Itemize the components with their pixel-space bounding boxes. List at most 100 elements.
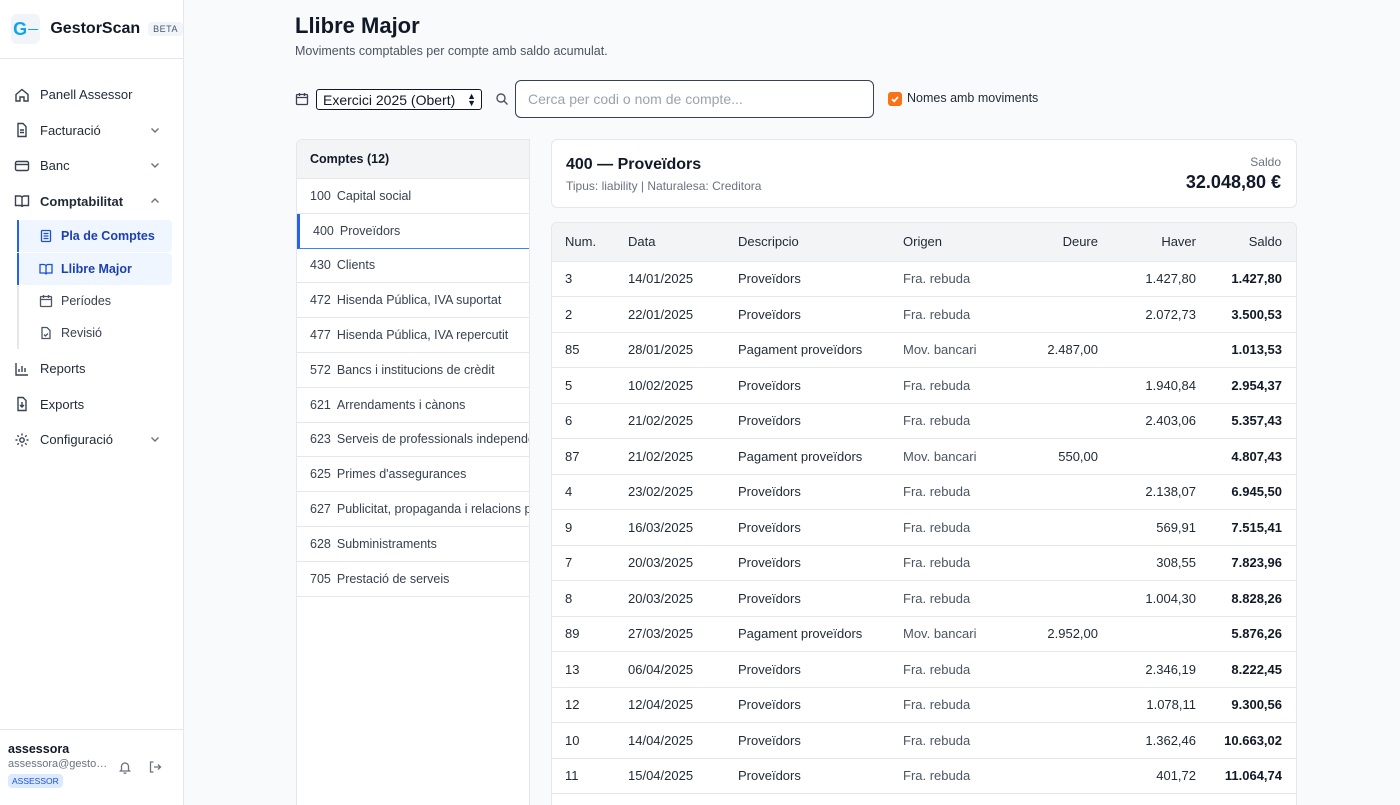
entry-number: 13: [565, 661, 580, 677]
account-item[interactable]: 625 Primes d'assegurances: [297, 457, 529, 493]
account-code: 621: [310, 397, 331, 412]
account-search-input[interactable]: Cerca per codi o nom de compte...: [515, 80, 874, 118]
beta-badge: BETA: [148, 22, 183, 36]
entry-origin: Fra. rebuda: [903, 413, 971, 429]
chevron-down-icon[interactable]: [149, 433, 161, 445]
account-item[interactable]: 705 Prestació de serveis: [297, 562, 529, 597]
entry-debit: [1013, 368, 1098, 404]
bell-icon[interactable]: [118, 760, 132, 774]
account-item[interactable]: 400 Proveïdors: [297, 213, 529, 249]
column-header[interactable]: Origen: [903, 223, 1013, 262]
table-row[interactable]: 3 14/01/2025 Proveïdors Fra. rebuda 1.427,80…: [552, 261, 1296, 297]
account-code: 400: [313, 223, 334, 238]
column-header[interactable]: Data: [628, 223, 738, 262]
logout-icon[interactable]: [148, 760, 162, 774]
entry-credit: 569,91: [1156, 519, 1196, 535]
sidebar-item-pla-de-comptes[interactable]: Pla de Comptes: [17, 220, 172, 252]
account-item[interactable]: 627 Publicitat, propaganda i relacions pú…: [297, 492, 529, 527]
sidebar-item-llibre-major[interactable]: Llibre Major: [17, 253, 172, 285]
account-code: 100: [310, 188, 331, 203]
sidebar-item-facturacio[interactable]: Facturació: [0, 113, 183, 149]
list-icon: [39, 229, 53, 243]
table-row[interactable]: 12 12/04/2025 Proveïdors Fra. rebuda 1.078,1…: [552, 687, 1296, 723]
table-row[interactable]: 89 27/03/2025 Pagament proveïdors Mov. banc…: [552, 616, 1296, 652]
chevron-up-icon[interactable]: [149, 195, 161, 207]
entry-debit: [1013, 652, 1098, 688]
sidebar-item-label: Panell Assessor: [40, 87, 133, 103]
entry-credit: 2.138,07: [1145, 484, 1196, 500]
account-item[interactable]: 430 Clients: [297, 249, 529, 284]
sidebar-item-comptabilitat[interactable]: Comptabilitat: [0, 184, 183, 220]
entry-origin: [903, 794, 1013, 805]
column-header[interactable]: Descripcio: [738, 223, 903, 262]
column-header[interactable]: Haver: [1098, 223, 1196, 262]
entry-description: Proveïdors: [738, 413, 801, 429]
account-item[interactable]: 472 Hisenda Pública, IVA suportat: [297, 283, 529, 319]
account-item[interactable]: 477 Hisenda Pública, IVA repercutit: [297, 318, 529, 353]
entry-debit: 2.952,00: [1047, 626, 1098, 642]
table-row[interactable]: 8 20/03/2025 Proveïdors Fra. rebuda 1.004,30…: [552, 581, 1296, 616]
entry-description: [738, 794, 903, 805]
table-row[interactable]: [552, 794, 1296, 805]
sidebar-item-panell-assessor[interactable]: Panell Assessor: [0, 77, 183, 113]
account-code: 628: [310, 536, 331, 551]
sidebar-item-reports[interactable]: Reports: [0, 351, 183, 387]
column-header[interactable]: Deure: [1013, 223, 1098, 262]
account-item[interactable]: 100 Capital social: [297, 179, 529, 214]
account-item[interactable]: 621 Arrendaments i cànons: [297, 388, 529, 423]
account-item[interactable]: 623 Serveis de professionals independents: [297, 423, 529, 458]
entry-date: 12/04/2025: [628, 697, 694, 713]
chevron-down-icon[interactable]: [149, 124, 161, 136]
account-name: Capital social: [336, 188, 412, 203]
entry-credit: 401,72: [1156, 768, 1196, 784]
sidebar-item-configuracio[interactable]: Configuració: [0, 422, 183, 458]
table-row[interactable]: 7 20/03/2025 Proveïdors Fra. rebuda 308,55 7.…: [552, 545, 1296, 581]
table-row[interactable]: 87 21/02/2025 Pagament proveïdors Mov. banc…: [552, 439, 1296, 474]
entry-description: Proveïdors: [738, 768, 801, 784]
entry-debit: [1013, 261, 1098, 297]
exercise-select[interactable]: Exercici 2025 (Obert) ▲ ▼: [316, 89, 482, 110]
entry-date: 20/03/2025: [628, 555, 694, 571]
table-row[interactable]: 11 15/04/2025 Proveïdors Fra. rebuda 401,72 1…: [552, 758, 1296, 794]
table-row[interactable]: 6 21/02/2025 Proveïdors Fra. rebuda 2.403,06…: [552, 403, 1296, 439]
entry-origin: Fra. rebuda: [903, 377, 971, 393]
entry-origin: Mov. bancari: [903, 448, 977, 464]
entry-origin: Fra. rebuda: [903, 697, 971, 713]
table-row[interactable]: 5 10/02/2025 Proveïdors Fra. rebuda 1.940,84…: [552, 368, 1296, 404]
account-code: 472: [310, 293, 331, 308]
table-row[interactable]: 10 14/04/2025 Proveïdors Fra. rebuda 1.362,4…: [552, 723, 1296, 758]
only-movements-checkbox[interactable]: [888, 92, 902, 106]
entry-description: Pagament proveïdors: [738, 626, 863, 642]
table-row[interactable]: 9 16/03/2025 Proveïdors Fra. rebuda 569,91 7.…: [552, 510, 1296, 545]
chevron-down-icon[interactable]: [149, 159, 161, 171]
entry-number: 12: [565, 697, 580, 713]
entry-debit: 2.487,00: [1047, 342, 1098, 358]
column-header[interactable]: Saldo: [1196, 223, 1296, 262]
entry-number: 6: [565, 413, 573, 429]
account-name: Publicitat, propaganda i relacions públi…: [336, 502, 529, 517]
entry-credit: 2.403,06: [1145, 413, 1196, 429]
account-item[interactable]: 572 Bancs i institucions de crèdit: [297, 353, 529, 388]
sidebar-item-label: Comptabilitat: [40, 193, 124, 209]
entry-date: 21/02/2025: [628, 448, 694, 464]
entry-description: Proveïdors: [738, 555, 801, 571]
sidebar-item-exports[interactable]: Exports: [0, 387, 183, 423]
app-logo[interactable]: G —: [11, 14, 41, 44]
only-movements-label[interactable]: Nomes amb moviments: [907, 91, 1038, 105]
sidebar-item-periodes[interactable]: Períodes: [19, 285, 172, 317]
gear-icon: [14, 432, 30, 448]
table-row[interactable]: 2 22/01/2025 Proveïdors Fra. rebuda 2.072,73…: [552, 297, 1296, 332]
sidebar: G — GestorScan BETA Panell Assessor Factu…: [0, 0, 184, 805]
column-header[interactable]: Num.: [552, 223, 628, 262]
account-item[interactable]: 628 Subministraments: [297, 527, 529, 562]
sidebar-item-revisio[interactable]: Revisió: [19, 317, 172, 349]
table-row[interactable]: 4 23/02/2025 Proveïdors Fra. rebuda 2.138,07…: [552, 474, 1296, 510]
entry-debit: [1013, 794, 1098, 805]
sidebar-item-banc[interactable]: Banc: [0, 148, 183, 184]
entry-debit: 550,00: [1058, 448, 1098, 464]
table-row[interactable]: 13 06/04/2025 Proveïdors Fra. rebuda 2.346,1…: [552, 652, 1296, 688]
entry-date: 20/03/2025: [628, 590, 694, 606]
sidebar-item-label: Períodes: [61, 294, 112, 308]
table-row[interactable]: 85 28/01/2025 Pagament proveïdors Mov. banc…: [552, 332, 1296, 368]
entry-credit: 1.362,46: [1145, 732, 1196, 748]
